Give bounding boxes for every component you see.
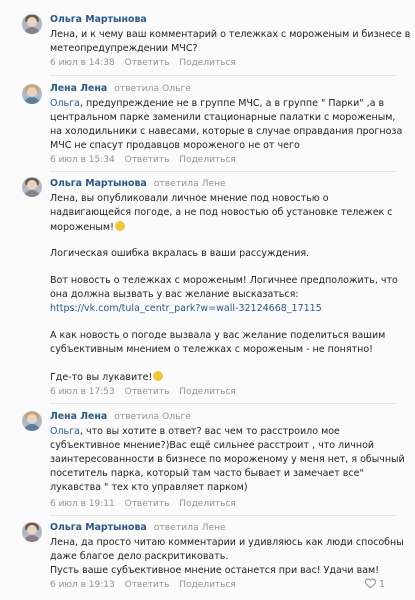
divider (50, 403, 397, 404)
comment-date[interactable]: 6 июл в 17:53 (50, 387, 115, 397)
comment-text-line: посетитель парка, который там часто быва… (50, 468, 364, 479)
comment-text-line: Ольга, что вы хотите в ответ? вас чем то… (50, 426, 340, 437)
comment-text-line: Пусть ваше субъективное мнение останется… (50, 565, 380, 576)
comment-text-line: Логическая ошибка вкралась в ваши рассуж… (50, 248, 310, 259)
comment-author[interactable]: Ольга Мартынова (50, 522, 147, 533)
comment-meta: 6 июл в 19:13 Ответить Поделиться (50, 580, 236, 590)
comment-author[interactable]: Лена Лена (50, 83, 107, 94)
comments-feed: Ольга Мартынова Лена, и к чему ваш комме… (0, 0, 415, 600)
comment-text-line: на холодильники с навесами, которые в сл… (50, 126, 403, 137)
comment-author[interactable]: Ольга Мартынова (50, 178, 147, 189)
comment-date[interactable]: 6 июл в 15:34 (50, 155, 115, 165)
comment-date[interactable]: 6 июл в 19:11 (50, 499, 115, 509)
comment-text-line: Ольга, предупреждение не в группе МЧС, а… (50, 98, 385, 109)
news-link[interactable]: https://vk.com/tula_centr_park?w=wall-32… (50, 303, 322, 314)
comment-text-line: субъективное мнение?)Вас ещё сильнее рас… (50, 440, 375, 451)
divider (50, 171, 397, 172)
avatar[interactable] (22, 522, 42, 542)
smiling-face-emoji-icon (153, 371, 164, 381)
comment-text-line: Лена, и к чему ваш комментарий о тележка… (50, 29, 411, 40)
comment-meta: 6 июл в 19:11 Ответить Поделиться (50, 499, 236, 509)
comment-text-line: Лена, да просто читаю комментарии и удив… (50, 537, 404, 548)
comment-date[interactable]: 6 июл в 19:13 (50, 580, 115, 590)
smiling-face-emoji-icon (114, 221, 125, 231)
replied-to-label[interactable]: ответила Ольге (114, 411, 191, 422)
reply-button[interactable]: Ответить (125, 580, 170, 590)
reply-button[interactable]: Ответить (125, 155, 170, 165)
share-button[interactable]: Поделиться (179, 58, 236, 68)
divider (50, 75, 397, 76)
reply-button[interactable]: Ответить (125, 58, 170, 68)
comment-text-line: А как новость о погоде вызвала у вас жел… (50, 330, 386, 341)
reply-button[interactable]: Ответить (125, 387, 170, 397)
comment-text-line: метеопредупреждении МЧС? (50, 43, 198, 54)
comment-text-line: лукавства " тех кто управляет парком) (50, 482, 248, 493)
share-button[interactable]: Поделиться (179, 499, 236, 509)
comment-author[interactable]: Лена Лена (50, 411, 107, 422)
comment-meta: 6 июл в 14:38 Ответить Поделиться (50, 58, 236, 68)
like-count: 1 (378, 579, 385, 590)
comment-meta: 6 июл в 17:53 Ответить Поделиться (50, 387, 236, 397)
share-button[interactable]: Поделиться (179, 155, 236, 165)
comment-text-line: заинтересованности в бизнесе по морожено… (50, 454, 405, 465)
share-button[interactable]: Поделиться (179, 580, 236, 590)
avatar[interactable] (22, 14, 42, 34)
comment-text-line: мороженым! (50, 221, 125, 233)
comment-text-line: центральном парке заменили стационарные … (50, 112, 396, 123)
replied-to-label[interactable]: ответила Лене (154, 522, 226, 533)
comment-text-line: Вот новость о тележках с мороженым! Логи… (50, 275, 398, 286)
avatar[interactable] (22, 177, 42, 197)
comment-text-line: субъективным мнением о тележках с мороже… (50, 344, 373, 355)
avatar[interactable] (22, 84, 42, 104)
replied-to-label[interactable]: ответила Ольге (114, 83, 191, 94)
share-button[interactable]: Поделиться (179, 387, 236, 397)
heart-icon (364, 578, 376, 588)
comment-date[interactable]: 6 июл в 14:38 (50, 58, 115, 68)
comment-text-line: Где-то вы лукавите! (50, 371, 164, 383)
comment-text-line: она должна вызвать у вас желание высказа… (50, 289, 299, 300)
replied-to-label[interactable]: ответила Лене (154, 178, 226, 189)
mention-link[interactable]: Ольга (50, 98, 80, 109)
reply-button[interactable]: Ответить (125, 499, 170, 509)
comment-author[interactable]: Ольга Мартынова (50, 14, 147, 25)
mention-link[interactable]: Ольга (50, 426, 80, 437)
comment-text-line: МЧС не спасут продавцов мороженого не от… (50, 140, 300, 151)
comment-text-line: даже благое дело раскритиковать. (50, 551, 229, 562)
comment-text-line: надвигающейся погоде, а не под новостью … (50, 207, 393, 218)
comment-meta: 6 июл в 15:34 Ответить Поделиться (50, 155, 236, 165)
comment-text-line: Лена, вы опубликовали личное мнение под … (50, 193, 329, 204)
like-button[interactable]: 1 (364, 578, 385, 590)
avatar[interactable] (22, 411, 42, 431)
divider (50, 515, 397, 516)
